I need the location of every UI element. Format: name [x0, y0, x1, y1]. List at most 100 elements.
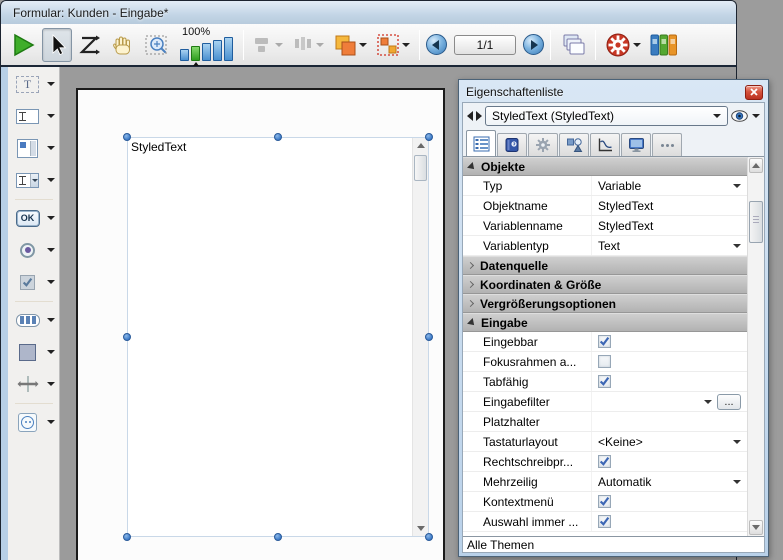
select-tool-button[interactable]: [42, 28, 72, 62]
prop-value-text[interactable]: [591, 412, 747, 431]
visibility-filter-button[interactable]: [731, 110, 760, 122]
zoom-bar-current[interactable]: [191, 46, 200, 61]
window-titlebar[interactable]: Formular: Kunden - Eingabe*: [1, 1, 736, 24]
dropdown-arrow-icon[interactable]: [733, 440, 741, 444]
zoom-bar-5[interactable]: [224, 37, 233, 61]
dropdown-arrow-icon[interactable]: [704, 400, 712, 404]
object-selector-dropdown[interactable]: StyledText (StyledText): [485, 106, 728, 126]
settings-button[interactable]: [602, 28, 644, 62]
rectangle-tool[interactable]: [15, 339, 57, 365]
previous-object-button[interactable]: [467, 111, 473, 121]
zoom-selection-button[interactable]: [141, 28, 173, 62]
resize-handle-top-left[interactable]: [123, 133, 131, 141]
section-vergroesserung[interactable]: Vergrößerungsoptionen: [463, 294, 747, 313]
form-page[interactable]: StyledText: [76, 88, 445, 560]
styledtext-control[interactable]: StyledText: [127, 137, 429, 537]
zoom-bar-4[interactable]: [213, 40, 222, 61]
text-field-dropdown-icon[interactable]: [47, 114, 55, 118]
list-box-dropdown-icon[interactable]: [47, 146, 55, 150]
button-dropdown-icon[interactable]: [47, 216, 55, 220]
page-indicator[interactable]: 1/1: [454, 35, 516, 55]
tab-data[interactable]: [497, 133, 527, 156]
resize-handle-bottom-center[interactable]: [274, 533, 282, 541]
tab-properties[interactable]: [466, 130, 496, 156]
combo-box-dropdown-icon[interactable]: [47, 178, 55, 182]
next-page-button[interactable]: [523, 34, 544, 55]
plugin-dropdown-icon[interactable]: [47, 420, 55, 424]
section-koordinaten[interactable]: Koordinaten & Größe: [463, 275, 747, 294]
radio-button-tool[interactable]: [15, 237, 57, 263]
group-button[interactable]: [373, 28, 413, 62]
group-dropdown-icon[interactable]: [402, 43, 410, 47]
pan-tool-button[interactable]: [108, 28, 138, 62]
section-datenquelle[interactable]: Datenquelle: [463, 256, 747, 275]
pages-overview-button[interactable]: [557, 28, 589, 62]
text-field-tool[interactable]: [15, 103, 57, 129]
checkbox[interactable]: [598, 335, 611, 348]
zoom-level-control[interactable]: 100%: [176, 27, 237, 63]
tab-display[interactable]: [621, 133, 651, 156]
run-form-button[interactable]: [7, 28, 39, 62]
scrollbar-thumb[interactable]: [414, 155, 427, 181]
prop-value-text[interactable]: StyledText: [591, 196, 747, 215]
resize-handle-middle-right[interactable]: [425, 333, 433, 341]
zoom-bar-1[interactable]: [180, 49, 189, 61]
arrange-button[interactable]: [330, 28, 370, 62]
prop-value-dropdown[interactable]: Variable: [591, 176, 747, 195]
resize-handle-top-center[interactable]: [274, 133, 282, 141]
tab-objects[interactable]: [559, 133, 589, 156]
visibility-dropdown-icon[interactable]: [752, 114, 760, 118]
resize-handle-bottom-left[interactable]: [123, 533, 131, 541]
checkbox[interactable]: [598, 455, 611, 468]
segmented-dropdown-icon[interactable]: [47, 318, 55, 322]
tab-more[interactable]: [652, 133, 682, 156]
static-text-tool[interactable]: T: [15, 71, 57, 97]
checkbox-dropdown-icon[interactable]: [47, 280, 55, 284]
library-button[interactable]: [647, 28, 681, 62]
next-object-button[interactable]: [476, 111, 482, 121]
prop-value-text[interactable]: StyledText: [591, 216, 747, 235]
settings-dropdown-icon[interactable]: [633, 43, 641, 47]
resize-handle-top-right[interactable]: [425, 133, 433, 141]
prop-value-dropdown[interactable]: ...: [591, 392, 747, 411]
list-box-tool[interactable]: [15, 135, 57, 161]
radio-dropdown-icon[interactable]: [47, 248, 55, 252]
resize-handle-middle-left[interactable]: [123, 333, 131, 341]
dropdown-arrow-icon[interactable]: [733, 244, 741, 248]
tab-order-button[interactable]: [75, 28, 105, 62]
splitter-tool[interactable]: [15, 371, 57, 397]
scroll-down-button[interactable]: [749, 520, 763, 535]
static-text-dropdown-icon[interactable]: [47, 82, 55, 86]
checkbox[interactable]: [598, 375, 611, 388]
prop-value-dropdown[interactable]: <Keine>: [591, 432, 747, 451]
scroll-up-button[interactable]: [749, 158, 763, 173]
rectangle-dropdown-icon[interactable]: [47, 350, 55, 354]
section-eingabe[interactable]: Eingabe: [463, 313, 747, 332]
arrange-dropdown-icon[interactable]: [359, 43, 367, 47]
section-objekte[interactable]: Objekte: [463, 157, 747, 176]
theme-filter-bar[interactable]: Alle Themen: [463, 536, 764, 552]
resize-handle-bottom-right[interactable]: [425, 533, 433, 541]
prop-value-dropdown[interactable]: Automatik: [591, 472, 747, 491]
zoom-bar-3[interactable]: [202, 43, 211, 61]
properties-scrollbar[interactable]: [747, 157, 764, 536]
checkbox[interactable]: [598, 355, 611, 368]
plugin-tool[interactable]: [15, 409, 57, 435]
tab-settings[interactable]: [528, 133, 558, 156]
checkbox-tool[interactable]: [15, 269, 57, 295]
dropdown-arrow-icon[interactable]: [733, 184, 741, 188]
close-button[interactable]: [745, 85, 763, 100]
prop-value-dropdown[interactable]: Text: [591, 236, 747, 255]
splitter-dropdown-icon[interactable]: [47, 382, 55, 386]
segmented-control-tool[interactable]: [15, 307, 57, 333]
checkbox[interactable]: [598, 495, 611, 508]
dropdown-arrow-icon[interactable]: [733, 480, 741, 484]
tab-chart[interactable]: [590, 133, 620, 156]
scrollbar-thumb[interactable]: [749, 201, 763, 243]
combo-box-tool[interactable]: [15, 167, 57, 193]
ellipsis-button[interactable]: ...: [717, 394, 741, 410]
previous-page-button[interactable]: [426, 34, 447, 55]
properties-titlebar[interactable]: Eigenschaftenliste: [462, 82, 765, 102]
checkbox[interactable]: [598, 515, 611, 528]
button-tool[interactable]: OK: [15, 205, 57, 231]
